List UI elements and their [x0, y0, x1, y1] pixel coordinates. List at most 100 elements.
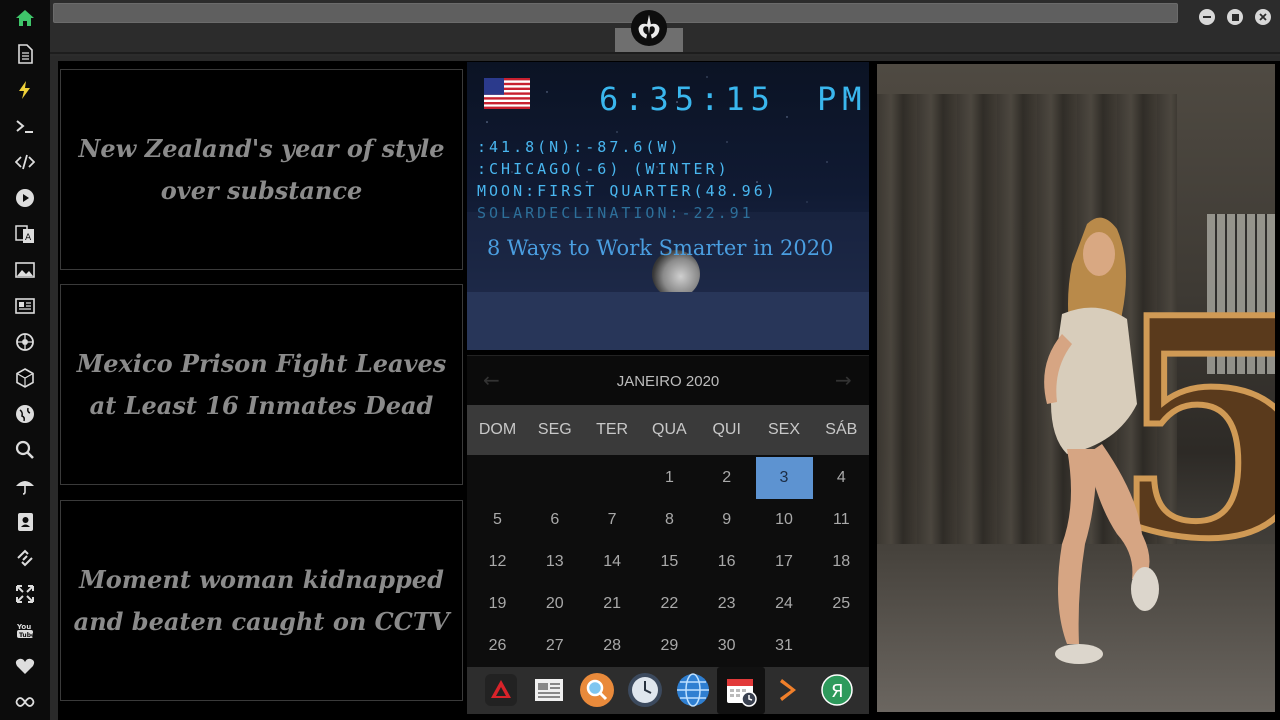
- calendar-header: ← JANEIRO 2020 →: [467, 355, 869, 405]
- news-title: Mexico Prison Fight Leaves at Least 16 I…: [76, 348, 447, 420]
- calendar-day[interactable]: 15: [641, 541, 698, 583]
- home-icon[interactable]: [12, 5, 38, 31]
- calendar-day[interactable]: 27: [526, 625, 583, 667]
- calendar-day[interactable]: 4: [813, 457, 870, 499]
- news-icon[interactable]: [12, 293, 38, 319]
- document-icon[interactable]: [12, 41, 38, 67]
- weekday-label: QUI: [712, 421, 741, 438]
- calendar-day[interactable]: 17: [756, 541, 813, 583]
- svg-text:Я: Я: [831, 681, 844, 702]
- location-text: :CHICAGO(-6) (WINTER): [477, 160, 730, 178]
- calendar-day[interactable]: 16: [698, 541, 755, 583]
- calendar-day[interactable]: 26: [469, 625, 526, 667]
- clock-widget: 6:35:15 PM :41.8(N):-87.6(W) :CHICAGO(-6…: [467, 62, 869, 350]
- close-button[interactable]: [1255, 9, 1271, 25]
- news-card[interactable]: Moment woman kidnapped and beaten caught…: [60, 500, 463, 701]
- next-month-icon[interactable]: →: [835, 368, 852, 392]
- lightning-icon[interactable]: [12, 77, 38, 103]
- translate-icon[interactable]: A: [12, 221, 38, 247]
- weekday-label: TER: [596, 421, 629, 438]
- calendar-day[interactable]: 31: [756, 625, 813, 667]
- red-app-icon[interactable]: [483, 672, 519, 708]
- terminal-icon[interactable]: [12, 113, 38, 139]
- search-icon[interactable]: [12, 437, 38, 463]
- play-arrow-app-icon[interactable]: [771, 672, 807, 708]
- heart-icon[interactable]: [12, 653, 38, 679]
- calendar-day[interactable]: 21: [584, 583, 641, 625]
- maximize-button[interactable]: [1227, 9, 1243, 25]
- calendar-day[interactable]: 14: [584, 541, 641, 583]
- calendar-day[interactable]: 6: [526, 499, 583, 541]
- calendar-day[interactable]: 29: [641, 625, 698, 667]
- clock-ampm: PM: [817, 80, 868, 118]
- youtube-icon[interactable]: You Tube: [12, 617, 38, 643]
- calendar-widget: ← JANEIRO 2020 → DOM SEG TER QUA QUI SEX SÁB 1…: [467, 355, 869, 667]
- wallpaper-photo: 5: [877, 64, 1275, 712]
- solar-declination-text: SOLARDECLINATION:-22.91: [477, 204, 754, 222]
- coordinates-text: :41.8(N):-87.6(W): [477, 138, 682, 156]
- calendar-day[interactable]: 8: [641, 499, 698, 541]
- contacts-icon[interactable]: [12, 509, 38, 535]
- title-bar: [50, 0, 1280, 56]
- calendar-day[interactable]: 9: [698, 499, 755, 541]
- magnifier-app-icon[interactable]: [579, 672, 615, 708]
- calendar-day[interactable]: 22: [641, 583, 698, 625]
- calendar-day[interactable]: 2: [698, 457, 755, 499]
- cube-icon[interactable]: [12, 365, 38, 391]
- calendar-app-icon[interactable]: [717, 667, 765, 714]
- calendar-day[interactable]: 18: [813, 541, 870, 583]
- infinity-icon[interactable]: [12, 689, 38, 715]
- calendar-day[interactable]: 25: [813, 583, 870, 625]
- calendar-day[interactable]: 24: [756, 583, 813, 625]
- rebel-logo-tab[interactable]: [615, 0, 683, 52]
- calendar-day[interactable]: 11: [813, 499, 870, 541]
- calendar-day[interactable]: 20: [526, 583, 583, 625]
- news-title: Moment woman kidnapped and beaten caught…: [73, 564, 450, 636]
- image-icon[interactable]: [12, 257, 38, 283]
- calendar-month-title: JANEIRO 2020: [616, 373, 720, 390]
- app-dock: Я: [467, 667, 869, 714]
- usa-flag-icon: [484, 78, 530, 109]
- divider: [50, 52, 1280, 54]
- code-icon[interactable]: [12, 149, 38, 175]
- yandex-app-icon[interactable]: Я: [819, 672, 855, 708]
- weekday-label: SEX: [767, 421, 800, 438]
- weekday-label: SEG: [537, 421, 572, 438]
- moon-phase-text: MOON:FIRST QUARTER(48.96): [477, 182, 778, 200]
- calendar-day[interactable]: 19: [469, 583, 526, 625]
- umbrella-icon[interactable]: [12, 473, 38, 499]
- globe-icon[interactable]: [12, 401, 38, 427]
- calendar-day[interactable]: 1: [641, 457, 698, 499]
- calendar-day[interactable]: 10: [756, 499, 813, 541]
- horizon: [467, 292, 869, 350]
- minimize-button[interactable]: [1199, 9, 1215, 25]
- clock-app-icon[interactable]: [627, 672, 663, 708]
- rebel-alliance-icon: [630, 9, 668, 47]
- close-icon: [1259, 13, 1267, 21]
- calendar-day[interactable]: 7: [584, 499, 641, 541]
- weekday-label: QUA: [652, 421, 687, 438]
- sidebar: A You Tube: [0, 0, 50, 720]
- globe-app-icon[interactable]: [675, 672, 711, 708]
- model-figure: [1044, 217, 1159, 664]
- feed-headline[interactable]: 8 Ways to Work Smarter in 2020: [487, 236, 833, 260]
- calendar-day[interactable]: 12: [469, 541, 526, 583]
- calendar-day-today[interactable]: 3: [755, 457, 813, 499]
- news-card[interactable]: Mexico Prison Fight Leaves at Least 16 I…: [60, 284, 463, 485]
- svg-text:A: A: [25, 233, 32, 243]
- news-app-icon[interactable]: [531, 672, 567, 708]
- clock-time: 6:35:15: [599, 80, 776, 118]
- news-title: New Zealand's year of style over substan…: [78, 133, 445, 205]
- calendar-day[interactable]: 28: [584, 625, 641, 667]
- svg-text:Tube: Tube: [19, 632, 35, 639]
- news-card[interactable]: New Zealand's year of style over substan…: [60, 69, 463, 270]
- fullscreen-icon[interactable]: [12, 581, 38, 607]
- calendar-day[interactable]: 30: [698, 625, 755, 667]
- link-icon[interactable]: [12, 545, 38, 571]
- play-icon[interactable]: [12, 185, 38, 211]
- weekday-label: SÁB: [825, 421, 858, 438]
- aperture-icon[interactable]: [12, 329, 38, 355]
- calendar-day[interactable]: 23: [698, 583, 755, 625]
- calendar-day[interactable]: 13: [526, 541, 583, 583]
- calendar-day[interactable]: 5: [469, 499, 526, 541]
